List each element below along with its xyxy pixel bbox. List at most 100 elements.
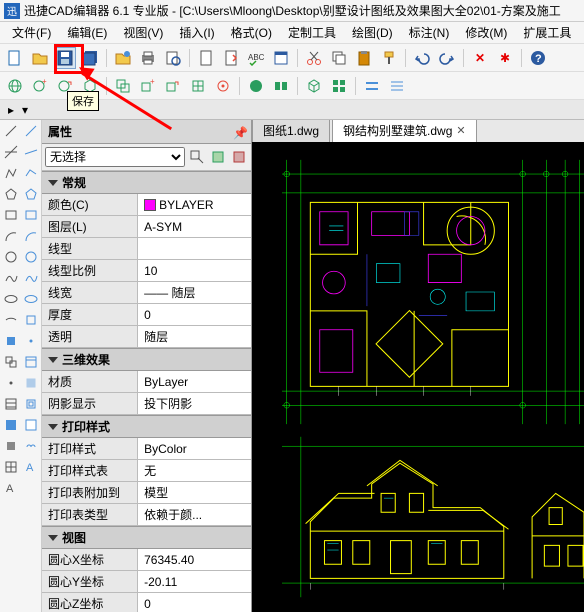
page-export-icon[interactable] — [220, 47, 242, 69]
squares-plus-icon[interactable]: + — [137, 75, 159, 97]
text-alt-icon[interactable]: A — [22, 458, 40, 476]
boundary-icon[interactable] — [22, 395, 40, 413]
props-value[interactable] — [138, 238, 251, 259]
menu-format[interactable]: 格式(O) — [223, 22, 280, 43]
props-row[interactable]: 线型 — [42, 238, 251, 260]
rect-icon[interactable] — [2, 206, 20, 224]
props-row[interactable]: 线宽—— 随层 — [42, 282, 251, 304]
blocklib-icon[interactable] — [22, 311, 40, 329]
line-icon[interactable] — [2, 122, 20, 140]
props-value[interactable]: ByColor — [138, 438, 251, 459]
wipeout-icon[interactable] — [22, 416, 40, 434]
arc-alt-icon[interactable] — [22, 227, 40, 245]
props-row[interactable]: 透明随层 — [42, 326, 251, 348]
chevron-right-icon[interactable]: ▸ — [4, 103, 18, 117]
props-value[interactable]: 无 — [138, 460, 251, 481]
props-section-header[interactable]: 打印样式 — [42, 415, 251, 438]
squares-arrow-icon[interactable] — [162, 75, 184, 97]
polyline-icon[interactable] — [2, 164, 20, 182]
open-file-icon[interactable] — [29, 47, 51, 69]
props-value[interactable]: ByLayer — [138, 371, 251, 392]
props-row[interactable]: 圆心X坐标76345.40 — [42, 549, 251, 571]
props-section-header[interactable]: 视图 — [42, 526, 251, 549]
align-spread-icon[interactable] — [386, 75, 408, 97]
props-row[interactable]: 颜色(C)BYLAYER — [42, 194, 251, 216]
ellipse-icon[interactable] — [2, 290, 20, 308]
drawing-viewport[interactable] — [252, 142, 584, 612]
circle-fill-icon[interactable] — [245, 75, 267, 97]
props-row[interactable]: 打印样式表无 — [42, 460, 251, 482]
props-value[interactable]: 依赖于颜... — [138, 504, 251, 525]
props-value[interactable]: -20.11 — [138, 571, 251, 592]
undo-icon[interactable] — [411, 47, 433, 69]
props-value[interactable]: 0 — [138, 304, 251, 325]
props-value[interactable]: 76345.40 — [138, 549, 251, 570]
tab-steel-villa[interactable]: 钢结构别墅建筑.dwg ✕ — [332, 120, 477, 142]
props-row[interactable]: 材质ByLayer — [42, 371, 251, 393]
align-horiz-icon[interactable] — [361, 75, 383, 97]
globe-plus-icon[interactable]: + — [29, 75, 51, 97]
revcloud-icon[interactable] — [22, 437, 40, 455]
props-row[interactable]: 打印表附加到模型 — [42, 482, 251, 504]
props-value[interactable]: 投下阴影 — [138, 393, 251, 414]
point-alt-icon[interactable] — [22, 332, 40, 350]
boxes-icon[interactable] — [328, 75, 350, 97]
props-row[interactable]: 阴影显示投下阴影 — [42, 393, 251, 415]
props-row[interactable]: 打印样式ByColor — [42, 438, 251, 460]
props-value[interactable]: 模型 — [138, 482, 251, 503]
props-section-header[interactable]: 常规 — [42, 171, 251, 194]
circle-alt-icon[interactable] — [22, 248, 40, 266]
cut-icon[interactable] — [303, 47, 325, 69]
chevron-down-icon[interactable]: ▾ — [18, 103, 32, 117]
window-icon[interactable] — [270, 47, 292, 69]
props-row[interactable]: 打印表类型依赖于颜... — [42, 504, 251, 526]
polygon-alt-icon[interactable] — [22, 185, 40, 203]
props-value[interactable]: 10 — [138, 260, 251, 281]
select-objects-icon[interactable] — [230, 148, 248, 166]
squares-hatch-icon[interactable] — [187, 75, 209, 97]
new-file-icon[interactable] — [4, 47, 26, 69]
menu-edit[interactable]: 编辑(E) — [59, 22, 115, 43]
group-icon[interactable] — [270, 75, 292, 97]
menu-file[interactable]: 文件(F) — [4, 22, 59, 43]
gradient-icon[interactable] — [2, 416, 20, 434]
region-icon[interactable] — [2, 437, 20, 455]
menu-ext-tools[interactable]: 扩展工具 — [515, 22, 579, 43]
props-value[interactable]: A-SYM — [138, 216, 251, 237]
purge-icon[interactable]: ✱ — [494, 47, 516, 69]
redo-icon[interactable] — [436, 47, 458, 69]
cline-icon[interactable] — [2, 143, 20, 161]
props-row[interactable]: 圆心Z坐标0 — [42, 593, 251, 612]
globe-icon[interactable] — [4, 75, 26, 97]
paste-icon[interactable] — [353, 47, 375, 69]
page-icon[interactable] — [195, 47, 217, 69]
menu-modify[interactable]: 修改(M) — [457, 22, 515, 43]
multiline-icon[interactable] — [22, 164, 40, 182]
props-value[interactable]: BYLAYER — [138, 194, 251, 215]
mtext-icon[interactable]: A — [2, 479, 20, 497]
xline-alt-icon[interactable] — [22, 143, 40, 161]
copy-icon[interactable] — [328, 47, 350, 69]
table-icon[interactable] — [2, 458, 20, 476]
selection-dropdown[interactable]: 无选择 — [45, 147, 185, 167]
ellipse-arc-icon[interactable] — [2, 311, 20, 329]
rect-alt-icon[interactable] — [22, 206, 40, 224]
props-value[interactable]: 随层 — [138, 326, 251, 347]
pin-icon[interactable]: 📌 — [233, 126, 245, 138]
ellipse-alt-icon[interactable] — [22, 290, 40, 308]
circle-icon[interactable] — [2, 248, 20, 266]
help-icon[interactable]: ? — [527, 47, 549, 69]
handle-icon[interactable] — [212, 75, 234, 97]
cube-icon[interactable] — [303, 75, 325, 97]
props-row[interactable]: 线型比例10 — [42, 260, 251, 282]
region-alt-icon[interactable] — [22, 374, 40, 392]
spline-icon[interactable] — [2, 269, 20, 287]
hatch-icon[interactable] — [2, 395, 20, 413]
block-insert-icon[interactable] — [2, 332, 20, 350]
point-icon[interactable] — [2, 374, 20, 392]
menu-view[interactable]: 视图(V) — [115, 22, 171, 43]
pickadd-icon[interactable] — [209, 148, 227, 166]
props-row[interactable]: 圆心Y坐标-20.11 — [42, 571, 251, 593]
polygon-icon[interactable] — [2, 185, 20, 203]
quickselect-icon[interactable] — [188, 148, 206, 166]
